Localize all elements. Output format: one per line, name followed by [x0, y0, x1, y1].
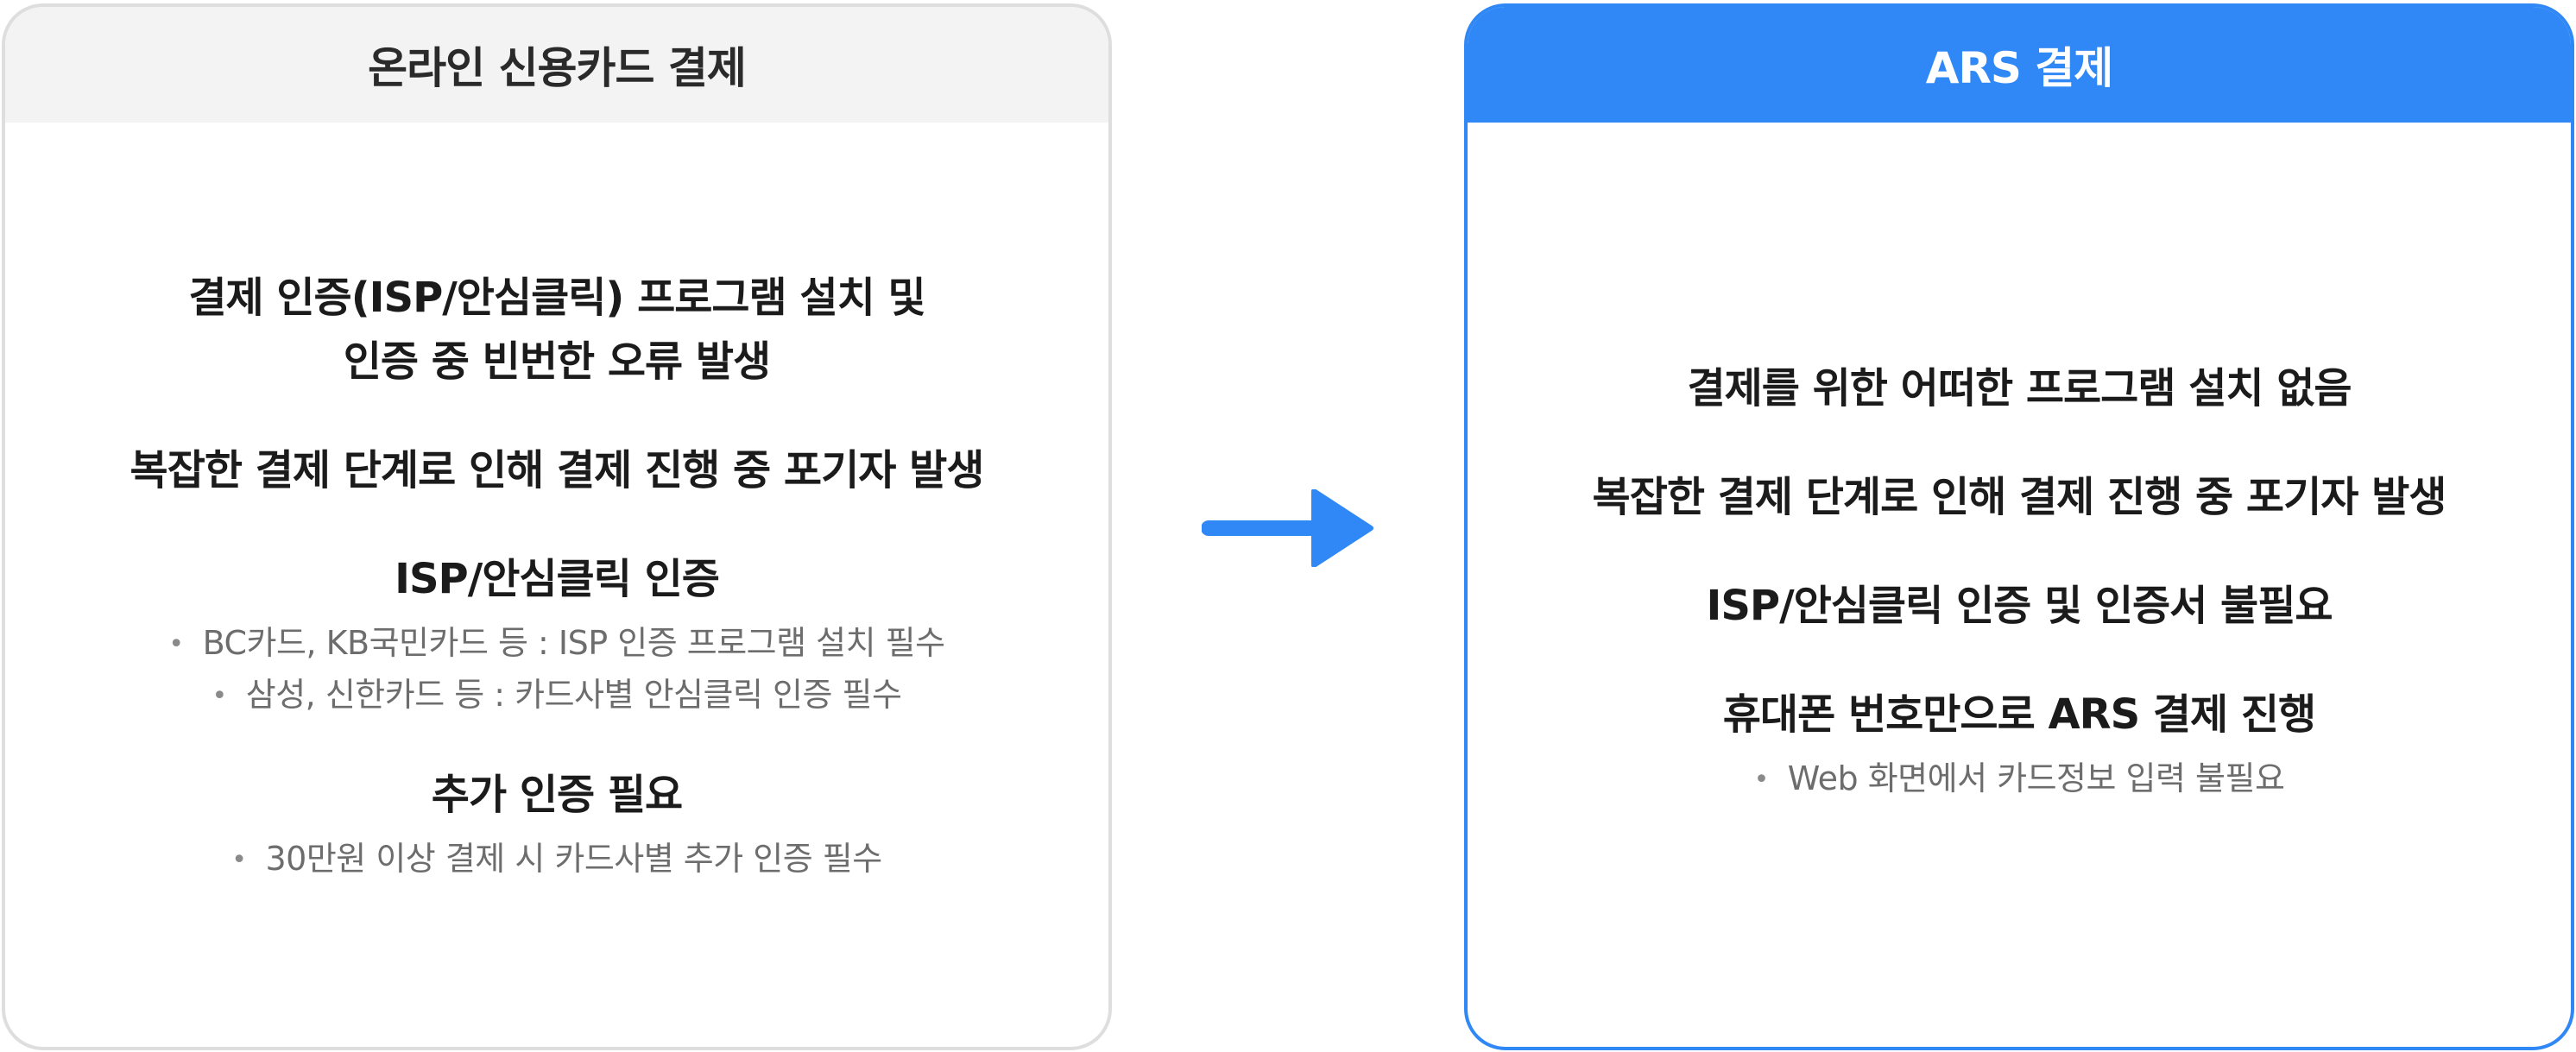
list-item: • 30만원 이상 결제 시 카드사별 추가 인증 필수	[5, 834, 1108, 885]
section-heading: 휴대폰 번호만으로 ARS 결제 진행	[1468, 683, 2571, 746]
bullet-dot-icon: •	[212, 681, 228, 711]
section-phone-ars: 휴대폰 번호만으로 ARS 결제 진행 • Web 화면에서 카드정보 입력 불필…	[1468, 683, 2571, 805]
bullet-list: • 30만원 이상 결제 시 카드사별 추가 인증 필수	[5, 834, 1108, 885]
section-extra-auth: 추가 인증 필요 • 30만원 이상 결제 시 카드사별 추가 인증 필수	[5, 763, 1108, 885]
heading-line: 복잡한 결제 단계로 인해 결제 진행 중 포기자 발생	[129, 446, 985, 495]
heading-line: ISP/안심클릭 인증 및 인증서 불필요	[1706, 582, 2333, 630]
bullet-dot-icon: •	[1753, 765, 1770, 795]
list-item: • 삼성, 신한카드 등 : 카드사별 안심클릭 인증 필수	[5, 670, 1108, 721]
section-heading: ISP/안심클릭 인증	[5, 547, 1108, 611]
section-heading: 복잡한 결제 단계로 인해 결제 진행 중 포기자 발생	[5, 438, 1108, 502]
section-heading: 결제를 위한 어떠한 프로그램 설치 없음	[1468, 356, 2571, 420]
section-no-install: 결제를 위한 어떠한 프로그램 설치 없음	[1468, 356, 2571, 420]
bullet-text: Web 화면에서 카드정보 입력 불필요	[1787, 759, 2285, 797]
bullet-text: BC카드, KB국민카드 등 : ISP 인증 프로그램 설치 필수	[202, 624, 946, 662]
card-body: 결제를 위한 어떠한 프로그램 설치 없음 복잡한 결제 단계로 인해 결제 진…	[1468, 356, 2571, 805]
section-complex-steps: 복잡한 결제 단계로 인해 결제 진행 중 포기자 발생	[5, 438, 1108, 502]
heading-line: ISP/안심클릭 인증	[395, 555, 720, 603]
heading-line: 추가 인증 필요	[431, 771, 683, 819]
bullet-dot-icon: •	[231, 845, 247, 875]
bullet-list: • BC카드, KB국민카드 등 : ISP 인증 프로그램 설치 필수 • 삼성,…	[5, 618, 1108, 721]
list-item: • Web 화면에서 카드정보 입력 불필요	[1468, 753, 2571, 805]
heading-line: 인증 중 빈번한 오류 발생	[343, 337, 771, 386]
section-heading: 결제 인증(ISP/안심클릭) 프로그램 설치 및 인증 중 빈번한 오류 발생	[5, 266, 1108, 394]
bullet-text: 삼성, 신한카드 등 : 카드사별 안심클릭 인증 필수	[245, 676, 902, 714]
section-install-error: 결제 인증(ISP/안심클릭) 프로그램 설치 및 인증 중 빈번한 오류 발생	[5, 266, 1108, 394]
ars-payment-card: ARS 결제 결제를 위한 어떠한 프로그램 설치 없음 복잡한 결제 단계로 …	[1464, 3, 2574, 1050]
section-no-certificate: ISP/안심클릭 인증 및 인증서 불필요	[1468, 574, 2571, 638]
section-isp-auth: ISP/안심클릭 인증 • BC카드, KB국민카드 등 : ISP 인증 프로그…	[5, 547, 1108, 721]
section-heading: ISP/안심클릭 인증 및 인증서 불필요	[1468, 574, 2571, 638]
bullet-text: 30만원 이상 결제 시 카드사별 추가 인증 필수	[265, 840, 882, 878]
card-title: ARS 결제	[1468, 7, 2571, 123]
heading-line: 휴대폰 번호만으로 ARS 결제 진행	[1722, 690, 2316, 739]
section-heading: 복잡한 결제 단계로 인해 결제 진행 중 포기자 발생	[1468, 465, 2571, 529]
bullet-list: • Web 화면에서 카드정보 입력 불필요	[1468, 753, 2571, 805]
online-card-payment-card: 온라인 신용카드 결제 결제 인증(ISP/안심클릭) 프로그램 설치 및 인증…	[2, 3, 1112, 1050]
card-title: 온라인 신용카드 결제	[5, 7, 1108, 123]
bullet-dot-icon: •	[168, 629, 184, 659]
section-heading: 추가 인증 필요	[5, 763, 1108, 827]
comparison-diagram: 온라인 신용카드 결제 결제 인증(ISP/안심클릭) 프로그램 설치 및 인증…	[0, 0, 2576, 1052]
heading-line: 결제를 위한 어떠한 프로그램 설치 없음	[1687, 364, 2352, 413]
card-body: 결제 인증(ISP/안심클릭) 프로그램 설치 및 인증 중 빈번한 오류 발생…	[5, 266, 1108, 885]
section-complex-steps: 복잡한 결제 단계로 인해 결제 진행 중 포기자 발생	[1468, 465, 2571, 529]
list-item: • BC카드, KB국민카드 등 : ISP 인증 프로그램 설치 필수	[5, 618, 1108, 670]
heading-line: 복잡한 결제 단계로 인해 결제 진행 중 포기자 발생	[1592, 473, 2447, 521]
arrow-right-icon	[1202, 489, 1373, 567]
heading-line: 결제 인증(ISP/안심클릭) 프로그램 설치 및	[188, 274, 925, 322]
